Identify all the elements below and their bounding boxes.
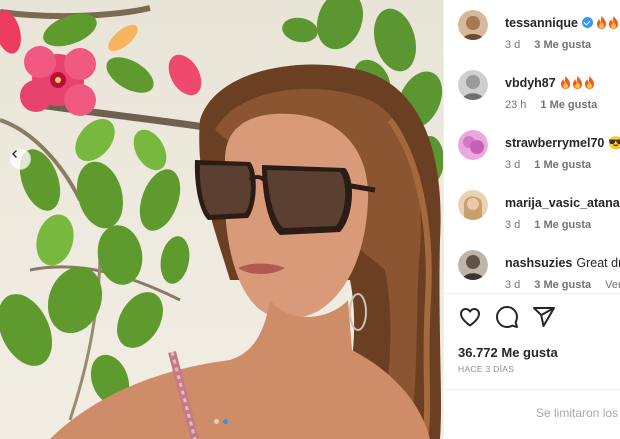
comment-time: 23 h — [505, 99, 527, 111]
comment-item: tessannique 3 d 3 Me gusta — [458, 10, 620, 60]
comment-item: marija_vasic_atanasoski 3 d 1 Me gusta — [458, 190, 620, 240]
fire-emoji-icon — [584, 76, 594, 89]
post-photo[interactable] — [0, 0, 443, 439]
comment-time: 3 d — [505, 159, 521, 171]
comments-panel: tessannique 3 d 3 Me gusta vbdyh87 23 h … — [443, 0, 620, 439]
divider — [444, 293, 620, 294]
divider — [444, 389, 620, 390]
comment-time: 3 d — [505, 39, 521, 51]
carousel-dot[interactable] — [214, 419, 219, 424]
avatar[interactable] — [458, 70, 488, 100]
fire-emoji-icon — [608, 16, 618, 29]
fire-emoji-icon — [560, 76, 570, 89]
comment-username[interactable]: vbdyh87 — [505, 76, 556, 90]
carousel-prev-button[interactable] — [9, 148, 31, 170]
photo-illustration — [0, 0, 443, 439]
avatar[interactable] — [458, 130, 488, 160]
carousel-dot-active[interactable] — [223, 419, 228, 424]
comment-item: strawberrymel70 😎 3 d 1 Me gusta — [458, 130, 620, 180]
comment-item: vbdyh87 23 h 1 Me gusta — [458, 70, 620, 120]
view-replies-link[interactable]: Ver t — [605, 279, 620, 291]
comment-text: Great dress — [576, 256, 620, 270]
avatar[interactable] — [458, 190, 488, 220]
carousel-dots — [214, 419, 228, 424]
comment-time: 3 d — [505, 219, 521, 231]
comment-likes[interactable]: 3 Me gusta — [534, 279, 591, 291]
avatar[interactable] — [458, 10, 488, 40]
comment-text: 😎 — [608, 136, 620, 150]
fire-emoji-icon — [596, 16, 606, 29]
likes-count[interactable]: 36.772 Me gusta — [458, 345, 558, 360]
post-actions — [458, 305, 556, 329]
comment-likes[interactable]: 1 Me gusta — [534, 159, 591, 171]
comments-limited-notice: Se limitaron los — [536, 406, 619, 420]
comment-username[interactable]: nashsuzies — [505, 256, 572, 270]
comment-username[interactable]: strawberrymel70 — [505, 136, 604, 150]
comment-likes[interactable]: 1 Me gusta — [540, 99, 597, 111]
verified-badge-icon — [581, 17, 593, 28]
chevron-left-icon — [12, 150, 17, 158]
comment-time: 3 d — [505, 279, 521, 291]
comment-icon[interactable] — [495, 305, 519, 329]
post-timestamp: HACE 3 DÍAS — [458, 364, 515, 374]
comment-username[interactable]: tessannique — [505, 16, 578, 30]
share-icon[interactable] — [532, 305, 556, 329]
avatar[interactable] — [458, 250, 488, 280]
comment-likes[interactable]: 1 Me gusta — [534, 219, 591, 231]
comment-username[interactable]: marija_vasic_atanasoski — [505, 196, 620, 210]
heart-icon[interactable] — [458, 305, 482, 329]
comment-likes[interactable]: 3 Me gusta — [534, 39, 591, 51]
fire-emoji-icon — [572, 76, 582, 89]
